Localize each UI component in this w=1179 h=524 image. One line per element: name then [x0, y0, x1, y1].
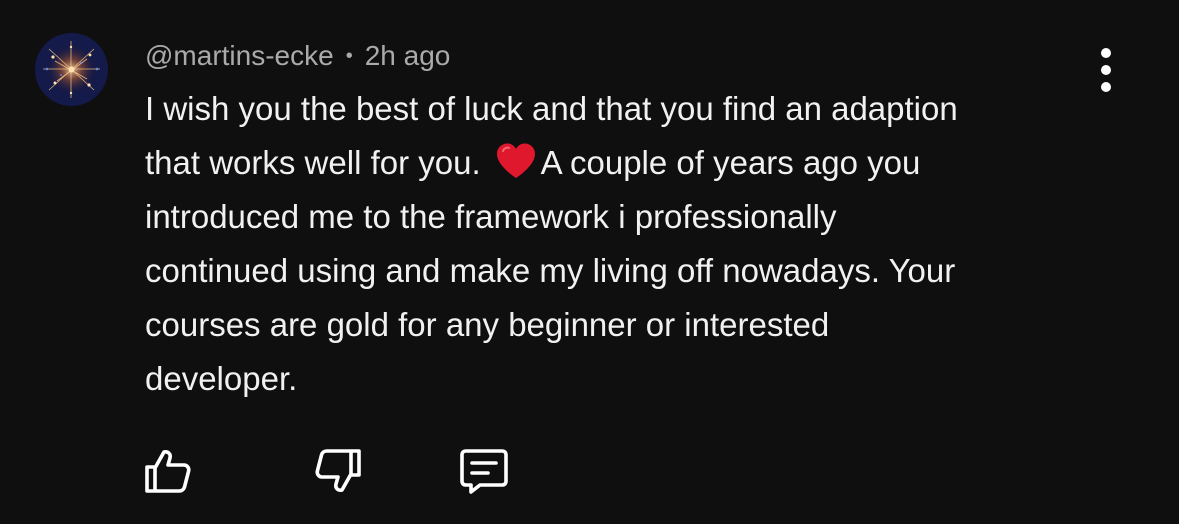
- thumbs-down-icon: [315, 449, 361, 492]
- comment-text-segment: A couple of years ago you: [540, 144, 921, 181]
- reply-comment-icon: [460, 449, 508, 494]
- reply-button[interactable]: [458, 445, 510, 497]
- meta-separator: •: [345, 44, 353, 67]
- comment-text-line: courses are gold for any beginner or int…: [145, 306, 830, 343]
- comment-action-bar: [142, 445, 542, 497]
- comment-text: I wish you the best of luck and that you…: [145, 82, 1105, 406]
- comment-thread-item: @martins-ecke • 2h ago I wish you the be…: [0, 0, 1179, 524]
- comment-text-line: developer.: [145, 360, 298, 397]
- comment-text-segment: that works well for you.: [145, 144, 481, 181]
- comment-text-line: continued using and make my living off n…: [145, 252, 956, 289]
- like-button[interactable]: [142, 445, 194, 497]
- thumbs-up-icon: [145, 450, 191, 493]
- menu-dot: [1101, 48, 1111, 58]
- dislike-button[interactable]: [312, 445, 364, 497]
- menu-dot: [1101, 65, 1111, 75]
- comment-text-line: I wish you the best of luck and that you…: [145, 90, 958, 127]
- avatar[interactable]: [35, 33, 108, 106]
- author-handle[interactable]: @martins-ecke: [145, 40, 334, 72]
- comment-timestamp[interactable]: 2h ago: [365, 40, 451, 72]
- comment-text-line: that works well for you. A couple of year…: [145, 136, 1105, 190]
- red-heart-icon: [496, 143, 535, 178]
- comment-header: @martins-ecke • 2h ago: [145, 38, 450, 74]
- comment-text-line: introduced me to the framework i profess…: [145, 198, 837, 235]
- avatar-image: [35, 33, 108, 106]
